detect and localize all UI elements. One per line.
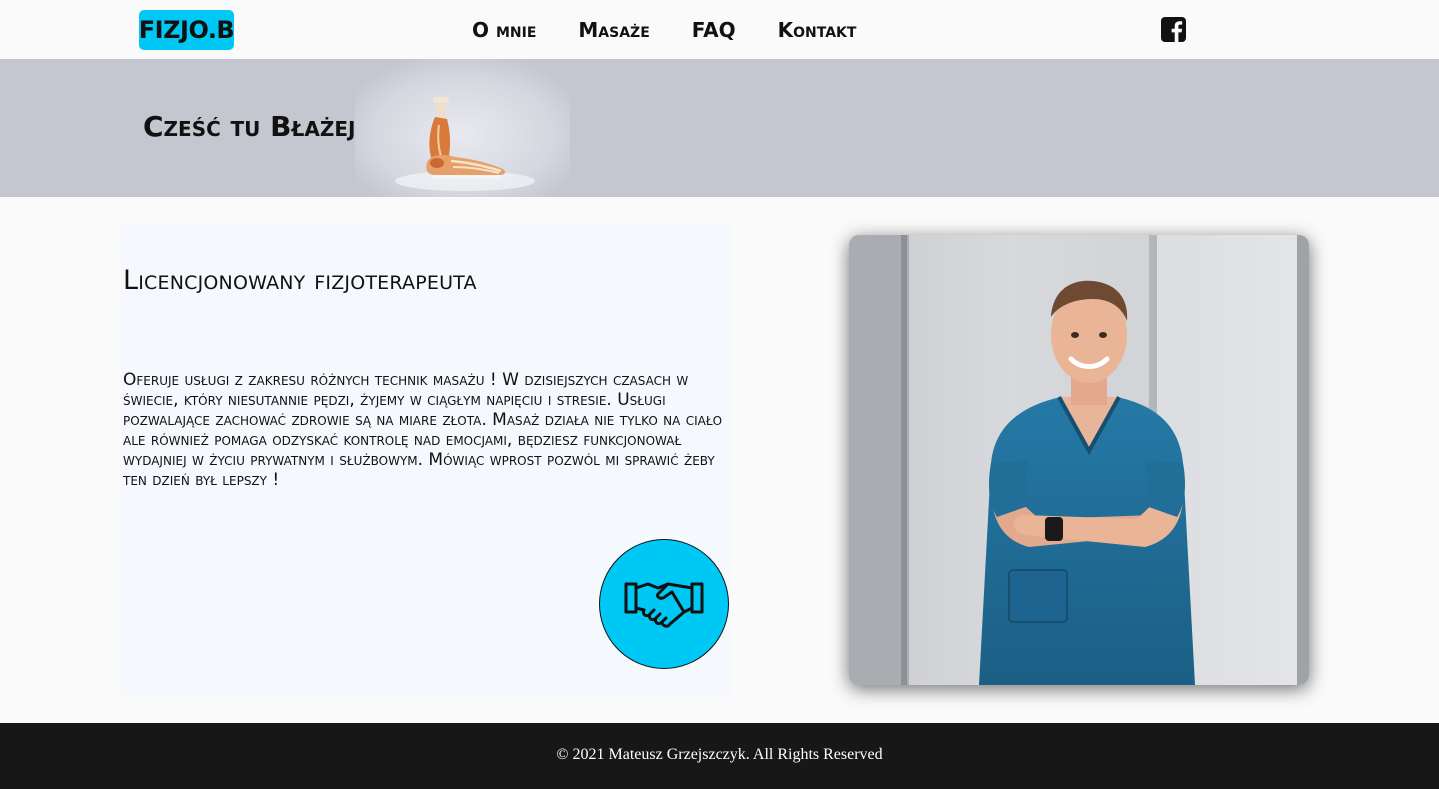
about-description: Oferuje usługi z zakresu różnych technik… bbox=[123, 370, 723, 490]
nav-link-faq[interactable]: FAQ bbox=[692, 18, 736, 42]
therapist-photo bbox=[849, 235, 1309, 685]
facebook-icon[interactable] bbox=[1161, 17, 1186, 42]
contact-handshake-button[interactable] bbox=[599, 539, 729, 669]
nav-link-kontakt[interactable]: Kontakt bbox=[778, 18, 857, 42]
copyright-text: © 2021 Mateusz Grzejszczyk. All Rights R… bbox=[556, 746, 883, 763]
foot-anatomy-image bbox=[355, 59, 570, 197]
main-nav: O mnie Masaże FAQ Kontakt bbox=[472, 14, 856, 46]
handshake-icon bbox=[624, 582, 704, 628]
nav-link-o-mnie[interactable]: O mnie bbox=[472, 18, 536, 42]
hero-title: Cześć tu Błażej ! bbox=[143, 110, 378, 143]
about-title: Licencjonowany fizjoterapeuta bbox=[123, 265, 477, 296]
about-section: Licencjonowany fizjoterapeuta Oferuje us… bbox=[0, 197, 1439, 723]
nav-link-masaze[interactable]: Masaże bbox=[578, 18, 649, 42]
footer: © 2021 Mateusz Grzejszczyk. All Rights R… bbox=[0, 723, 1439, 789]
therapist-portrait-image bbox=[849, 235, 1309, 685]
navbar: FIZJO.B O mnie Masaże FAQ Kontakt bbox=[0, 0, 1439, 59]
hero-banner: Cześć tu Błażej ! bbox=[0, 59, 1439, 197]
logo[interactable]: FIZJO.B bbox=[139, 10, 235, 50]
about-card: Licencjonowany fizjoterapeuta Oferuje us… bbox=[121, 225, 731, 695]
